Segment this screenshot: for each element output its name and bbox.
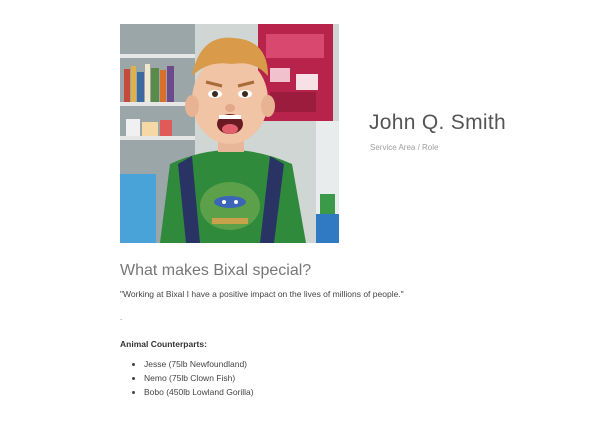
profile-photo <box>120 24 339 243</box>
list-item: Bobo (450lb Lowland Gorilla) <box>144 387 540 397</box>
section-heading: What makes Bixal special? <box>120 262 312 279</box>
profile-content: What makes Bixal special? "Working at Bi… <box>120 262 540 401</box>
list-item: Nemo (75lb Clown Fish) <box>144 373 540 383</box>
animal-list: Jesse (75lb Newfoundland) Nemo (75lb Clo… <box>120 359 540 397</box>
profile-photo-illustration <box>120 24 339 243</box>
separator-dot: . <box>120 313 123 322</box>
profile-role: Service Area / Role <box>370 143 439 152</box>
profile-name: John Q. Smith <box>369 111 506 134</box>
list-item: Jesse (75lb Newfoundland) <box>144 359 540 369</box>
cropped-header-fragment <box>74 0 394 2</box>
animal-counterparts-label: Animal Counterparts: <box>120 339 207 349</box>
profile-quote: "Working at Bixal I have a positive impa… <box>120 289 404 299</box>
